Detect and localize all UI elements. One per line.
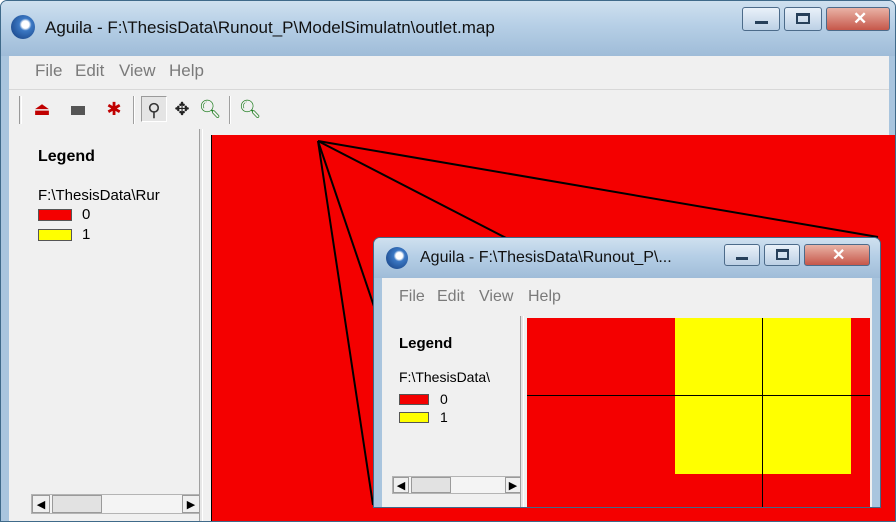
legend-swatch-1 bbox=[399, 412, 429, 423]
inset-app-globe-icon bbox=[386, 247, 408, 269]
menu-file[interactable]: File bbox=[399, 288, 425, 306]
inset-minimize-button[interactable] bbox=[724, 244, 760, 266]
crosshair-vertical-line bbox=[762, 318, 763, 507]
inset-map-canvas[interactable] bbox=[527, 318, 870, 507]
scroll-left-button[interactable]: ◀ bbox=[393, 477, 409, 493]
arrow-right-icon: ▶ bbox=[508, 480, 518, 492]
legend-label-1: 1 bbox=[440, 409, 448, 425]
inset-client-area: Legend F:\ThesisData\ 0 1 ◀ ▶ bbox=[382, 316, 872, 507]
legend-swatch-0 bbox=[399, 394, 429, 405]
yellow-cell-block bbox=[675, 318, 851, 474]
legend-title: Legend bbox=[399, 335, 453, 352]
minimize-icon bbox=[736, 257, 748, 260]
callout-line bbox=[317, 140, 879, 238]
inset-menu-bar: File Edit View Help bbox=[382, 278, 872, 316]
legend-path: F:\ThesisData\ bbox=[399, 369, 491, 385]
inset-close-button[interactable]: ✕ bbox=[804, 244, 870, 266]
callout-line bbox=[317, 140, 374, 506]
inset-legend-panel: Legend F:\ThesisData\ 0 1 ◀ ▶ bbox=[382, 316, 522, 507]
legend-label-0: 0 bbox=[440, 391, 448, 407]
menu-view[interactable]: View bbox=[479, 288, 513, 306]
arrow-left-icon: ◀ bbox=[396, 480, 406, 492]
scroll-right-button[interactable]: ▶ bbox=[505, 477, 521, 493]
menu-help[interactable]: Help bbox=[528, 288, 561, 306]
close-icon: ✕ bbox=[832, 247, 846, 264]
inset-maximize-button[interactable] bbox=[764, 244, 800, 266]
panel-splitter[interactable] bbox=[520, 316, 524, 507]
maximize-icon bbox=[776, 249, 789, 260]
inset-legend-hscrollbar[interactable]: ◀ ▶ bbox=[392, 476, 522, 494]
inset-window: Aguila - F:\ThesisData\Runout_P\... ✕ Fi… bbox=[373, 237, 881, 508]
inset-window-title: Aguila - F:\ThesisData\Runout_P\... bbox=[420, 249, 672, 266]
menu-edit[interactable]: Edit bbox=[437, 288, 465, 306]
crosshair-horizontal-line bbox=[527, 395, 870, 396]
scroll-thumb[interactable] bbox=[411, 477, 451, 493]
